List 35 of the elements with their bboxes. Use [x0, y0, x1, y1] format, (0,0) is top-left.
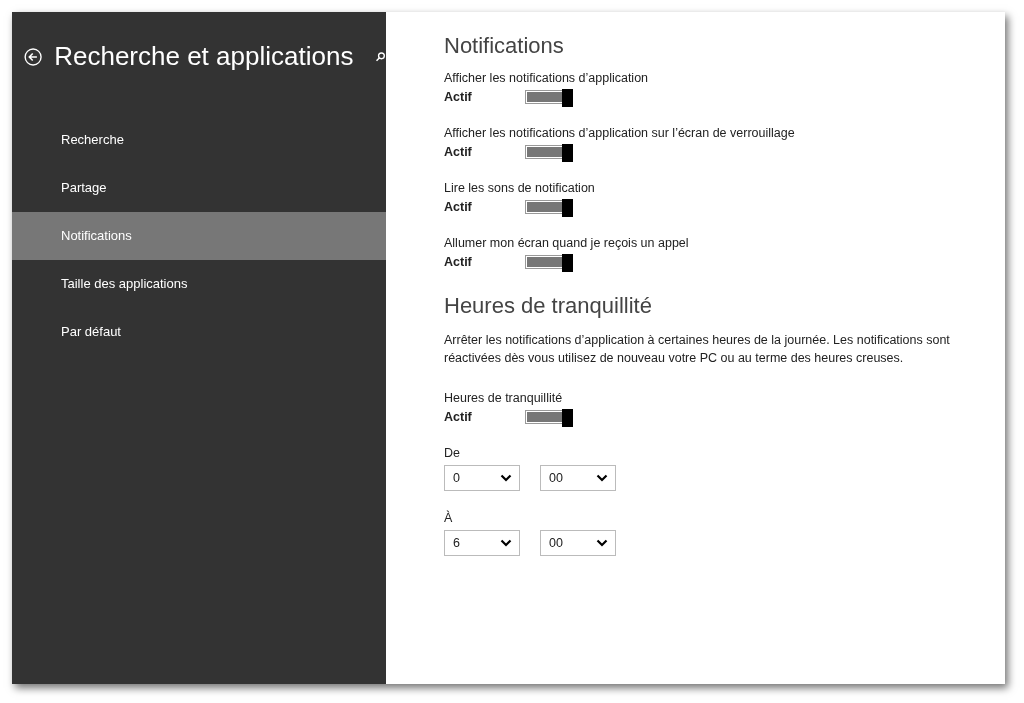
search-icon[interactable]	[375, 49, 386, 64]
section-heading: Heures de tranquillité	[444, 293, 653, 319]
toggle-switch[interactable]	[525, 90, 573, 104]
section-heading: Notifications	[444, 33, 565, 59]
state-label: Actif	[444, 90, 473, 104]
setting-label: Lire les sons de notification	[444, 181, 596, 195]
chevron-down-icon[interactable]	[596, 539, 608, 547]
sidebar-item[interactable]: Recherche	[12, 116, 386, 164]
sidebar-item[interactable]: Notifications	[12, 212, 386, 260]
state-label: Actif	[444, 410, 473, 424]
toggle-switch[interactable]	[525, 410, 573, 424]
setting-label: Afficher les notifications d’application	[444, 71, 650, 85]
state-label: Actif	[444, 145, 473, 159]
setting-label: Allumer mon écran quand je reçois un appel	[444, 236, 690, 250]
toggle-switch[interactable]	[525, 200, 573, 214]
sidebar-item[interactable]: Partage	[12, 164, 386, 212]
sidebar-item[interactable]: Taille des applications	[12, 260, 386, 308]
state-label: Actif	[444, 200, 473, 214]
time-dropdown[interactable]: 6	[444, 530, 520, 556]
sidebar-item[interactable]: Par défaut	[12, 308, 386, 356]
field-label: De	[444, 446, 461, 460]
field-label: À	[444, 511, 454, 525]
chevron-down-icon[interactable]	[500, 474, 512, 482]
chevron-down-icon[interactable]	[500, 539, 512, 547]
state-label: Actif	[444, 255, 473, 269]
toggle-switch[interactable]	[525, 145, 573, 159]
time-dropdown[interactable]: 00	[540, 530, 616, 556]
setting-label: Heures de tranquillité	[444, 391, 564, 405]
description-text: Arrêter les notifications d’application à certaines heures de la journée. Les notifications sont réactivées dès vous utilisez de nouveau votre PC ou au terme des heures creuses.	[444, 332, 951, 367]
sidebar-title: Recherche et applications	[54, 41, 354, 72]
chevron-down-icon[interactable]	[596, 474, 608, 482]
toggle-switch[interactable]	[525, 255, 573, 269]
time-dropdown[interactable]: 00	[540, 465, 616, 491]
time-dropdown[interactable]: 0	[444, 465, 520, 491]
setting-label: Afficher les notifications d’application sur l’écran de verrouillage	[444, 126, 796, 140]
